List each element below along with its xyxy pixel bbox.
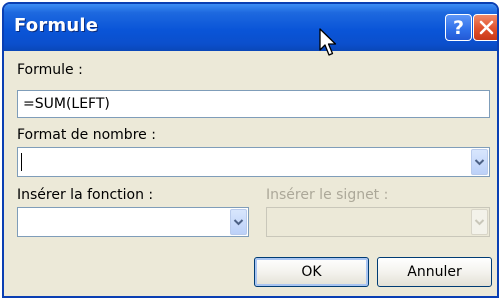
help-icon: ? bbox=[452, 16, 465, 39]
cancel-button-label: Annuler bbox=[407, 264, 462, 280]
close-button[interactable] bbox=[473, 14, 497, 41]
chevron-down-icon bbox=[233, 219, 244, 226]
number-format-dropdown-button[interactable] bbox=[471, 149, 488, 175]
mouse-pointer-icon bbox=[319, 28, 337, 56]
insert-bookmark-dropdown-button bbox=[471, 209, 488, 235]
title-bar[interactable]: Formule ? bbox=[4, 4, 497, 51]
cancel-button[interactable]: Annuler bbox=[377, 257, 492, 287]
insert-bookmark-select bbox=[266, 207, 490, 237]
ok-button[interactable]: OK bbox=[254, 257, 369, 287]
insert-function-select[interactable] bbox=[17, 207, 249, 237]
insert-function-dropdown-button[interactable] bbox=[230, 209, 247, 235]
number-format-select[interactable] bbox=[17, 147, 490, 177]
close-icon bbox=[479, 20, 494, 35]
insert-function-label: Insérer la fonction : bbox=[17, 187, 154, 203]
formula-dialog: Formule ? Formule : =SUM(LEFT) Format de… bbox=[2, 2, 499, 298]
chevron-down-icon bbox=[474, 159, 485, 166]
formula-input[interactable]: =SUM(LEFT) bbox=[17, 90, 490, 118]
text-caret bbox=[21, 153, 22, 171]
formula-label: Formule : bbox=[17, 62, 83, 78]
chevron-down-icon bbox=[474, 219, 485, 226]
help-button[interactable]: ? bbox=[445, 14, 472, 41]
insert-bookmark-label: Insérer le signet : bbox=[266, 187, 389, 203]
number-format-label: Format de nombre : bbox=[17, 127, 156, 143]
window-title: Formule bbox=[14, 15, 99, 36]
ok-button-label: OK bbox=[301, 264, 322, 280]
